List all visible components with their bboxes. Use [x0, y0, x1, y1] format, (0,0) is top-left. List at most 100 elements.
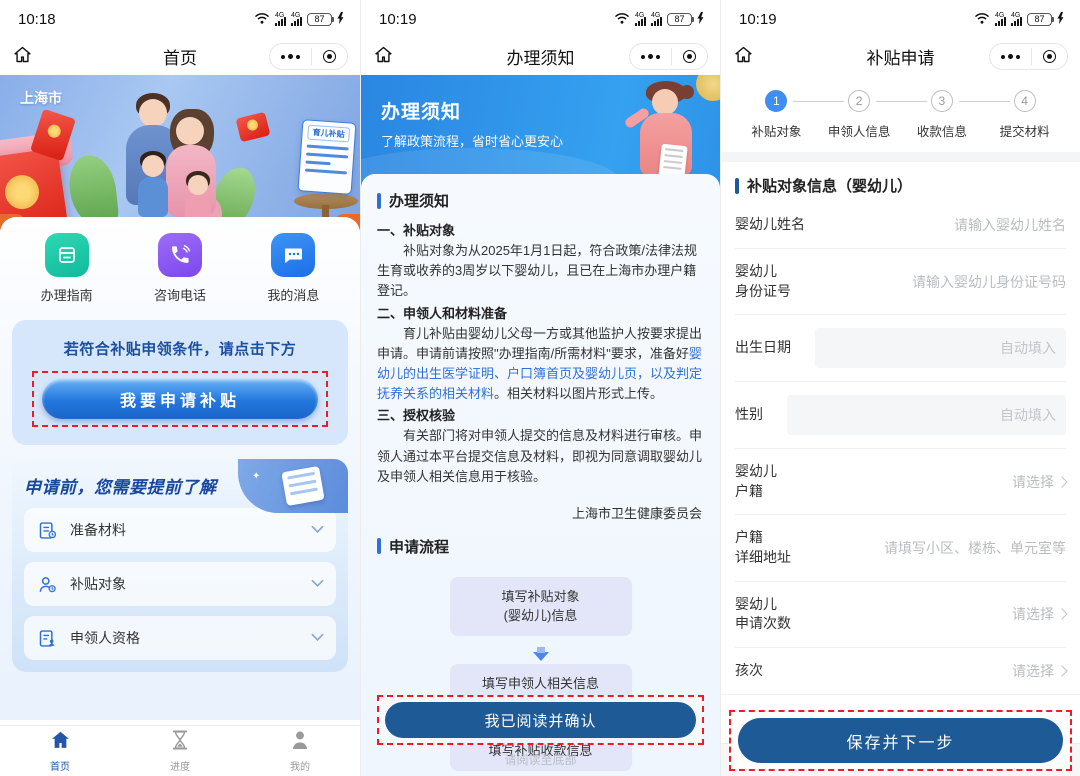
accordion-materials[interactable]: 准备材料	[24, 508, 336, 552]
quick-action-phone[interactable]: 咨询电话	[123, 233, 236, 304]
signal-4g-icon: 4G	[275, 13, 286, 26]
accordion-applicant-eligibility[interactable]: 申领人资格	[24, 616, 336, 660]
tab-progress[interactable]: 进度	[120, 730, 240, 773]
quick-action-guide[interactable]: 办理指南	[10, 233, 123, 304]
form-row-address[interactable]: 户籍 详细地址 请填写小区、楼栋、单元室等	[735, 515, 1066, 581]
notice-section-header: 办理须知	[377, 190, 704, 211]
subsidy-badge: 育儿补贴	[307, 125, 350, 143]
infant-info-form: 婴幼儿姓名 请输入婴幼儿姓名 婴幼儿 身份证号 请输入婴幼儿身份证号码 出生日期…	[721, 202, 1080, 694]
battery-icon: 87	[1027, 13, 1052, 26]
home-nav-icon[interactable]	[733, 44, 754, 70]
bottom-tab-bar: 首页 进度 我的	[0, 725, 360, 776]
battery-icon: 87	[667, 13, 692, 26]
tab-home[interactable]: 首页	[0, 730, 120, 773]
battery-icon: 87	[307, 13, 332, 26]
home-nav-icon[interactable]	[373, 44, 394, 70]
form-row-household[interactable]: 婴幼儿 户籍 请选择	[735, 449, 1066, 515]
close-target-icon[interactable]	[312, 44, 347, 69]
eligibility-doc-icon	[36, 627, 58, 649]
section-divider	[721, 152, 1080, 162]
close-target-icon[interactable]	[672, 44, 707, 69]
arrow-down-icon	[533, 652, 549, 661]
address-input[interactable]: 请填写小区、楼栋、单元室等	[807, 538, 1066, 558]
banner-title: 办理须知	[381, 97, 461, 124]
notice-h2: 二、申领人和材料准备	[377, 304, 704, 324]
guide-icon	[45, 233, 89, 277]
form-row-gender: 性别 自动填入	[735, 382, 1066, 449]
signal-4g-icon-2: 4G	[1011, 13, 1022, 26]
infant-id-input[interactable]: 请输入婴幼儿身份证号码	[807, 272, 1066, 292]
status-time: 10:19	[739, 11, 777, 28]
person-icon	[291, 730, 309, 755]
progress-stepper: 1 补贴对象 2 申领人信息 3 收款信息 4 提交材料	[721, 75, 1080, 152]
home-nav-icon[interactable]	[12, 44, 33, 70]
table-decoration	[294, 193, 358, 209]
form-row-infant-name[interactable]: 婴幼儿姓名 请输入婴幼儿姓名	[735, 202, 1066, 249]
charging-bolt-icon	[697, 11, 704, 28]
charging-bolt-icon	[1057, 11, 1064, 28]
annotation-box-confirm: 我已阅读并确认	[377, 695, 704, 745]
annotation-box-save: 保存并下一步	[729, 710, 1072, 771]
stepper-step-1: 1 补贴对象	[735, 90, 818, 140]
flow-step-1: 填写补贴对象 (婴幼儿)信息	[450, 577, 632, 636]
red-envelope-icon	[236, 112, 271, 143]
form-row-child-order[interactable]: 孩次 请选择	[735, 648, 1066, 694]
screenshot-root: 10:18 4G 4G 87 首页 上海市	[0, 0, 1080, 776]
apply-count-select[interactable]: 请选择	[807, 604, 1066, 624]
page-title: 办理须知	[421, 44, 660, 69]
signal-4g-icon-2: 4G	[291, 13, 302, 26]
stepper-step-4: 4 提交材料	[983, 90, 1066, 140]
phone-icon	[158, 233, 202, 277]
notice-p2: 育儿补贴由婴幼儿父母一方或其他监护人按要求提出申请。申请前请按照"办理指南/所需…	[377, 324, 704, 405]
section-bar-icon	[377, 193, 381, 209]
infant-name-input[interactable]: 请输入婴幼儿姓名	[821, 215, 1066, 235]
save-next-button[interactable]: 保存并下一步	[738, 718, 1063, 763]
person-badge-icon	[36, 573, 58, 595]
chevron-right-icon	[1056, 476, 1067, 487]
notice-h1: 一、补贴对象	[377, 221, 704, 241]
nav-bar-3: 补贴申请	[721, 38, 1080, 75]
signal-4g-icon-2: 4G	[651, 13, 662, 26]
form-row-apply-count[interactable]: 婴幼儿 申请次数 请选择	[735, 582, 1066, 648]
notice-body: 一、补贴对象 补贴对象为从2025年1月1日起，符合政策/法律法规生育或收养的3…	[377, 221, 704, 487]
tab-mine[interactable]: 我的	[240, 730, 360, 773]
apply-subsidy-button[interactable]: 我要申请补贴	[42, 379, 318, 419]
nav-bar-1: 首页	[0, 38, 360, 75]
read-to-bottom-hint: 请阅读至底部	[377, 751, 704, 768]
quick-action-messages[interactable]: 我的消息	[237, 233, 350, 304]
close-target-icon[interactable]	[1032, 44, 1067, 69]
chevron-right-icon	[1056, 608, 1067, 619]
subsidy-document-illustration: 育儿补贴	[298, 119, 357, 195]
form-row-birthdate: 出生日期 自动填入	[735, 315, 1066, 382]
gender-auto-field: 自动填入	[787, 395, 1066, 435]
apply-panel: 若符合补贴申领条件，请点击下方 我要申请补贴	[12, 320, 348, 445]
nav-bar-2: 办理须知	[361, 38, 720, 75]
issuer-signature: 上海市卫生健康委员会	[379, 503, 702, 522]
status-bar-2: 10:19 4G 4G 87	[361, 0, 720, 38]
materials-doc-icon	[36, 519, 58, 541]
annotation-box-apply: 我要申请补贴	[32, 371, 328, 427]
notice-h3: 三、授权核验	[377, 406, 704, 426]
home-content-card: 办理指南 咨询电话 我的消息 若符合补贴申领条件，请点击下方 我要申请补贴	[0, 217, 360, 720]
screen-notice: 10:19 4G 4G 87 办理须知 办理须知 了解政策流程，省时省心更安心	[360, 0, 720, 776]
message-icon	[271, 233, 315, 277]
status-bar-1: 10:18 4G 4G 87	[0, 0, 360, 38]
screen-application: 10:19 4G 4G 87 补贴申请 1 补贴对象	[720, 0, 1080, 776]
guide-lady-illustration	[618, 83, 710, 188]
city-label: 上海市	[20, 88, 62, 108]
child-order-select[interactable]: 请选择	[779, 661, 1066, 681]
household-select[interactable]: 请选择	[793, 472, 1066, 492]
accordion-subsidy-target[interactable]: 补贴对象	[24, 562, 336, 606]
notice-footer: 我已阅读并确认 请阅读至底部	[377, 695, 704, 768]
form-section-header: 补贴对象信息（婴幼儿）	[721, 162, 1080, 202]
charging-bolt-icon	[337, 11, 344, 28]
birthdate-auto-field: 自动填入	[815, 328, 1066, 368]
chevron-down-icon	[311, 521, 324, 539]
page-title: 补贴申请	[781, 44, 1020, 69]
form-row-infant-id[interactable]: 婴幼儿 身份证号 请输入婴幼儿身份证号码	[735, 249, 1066, 315]
apply-hint-text: 若符合补贴申领条件，请点击下方	[32, 338, 328, 359]
stepper-step-3: 3 收款信息	[901, 90, 984, 140]
hero-banner: 上海市 育儿补贴	[0, 75, 360, 230]
confirm-read-button[interactable]: 我已阅读并确认	[385, 702, 696, 738]
wifi-icon	[974, 11, 990, 28]
